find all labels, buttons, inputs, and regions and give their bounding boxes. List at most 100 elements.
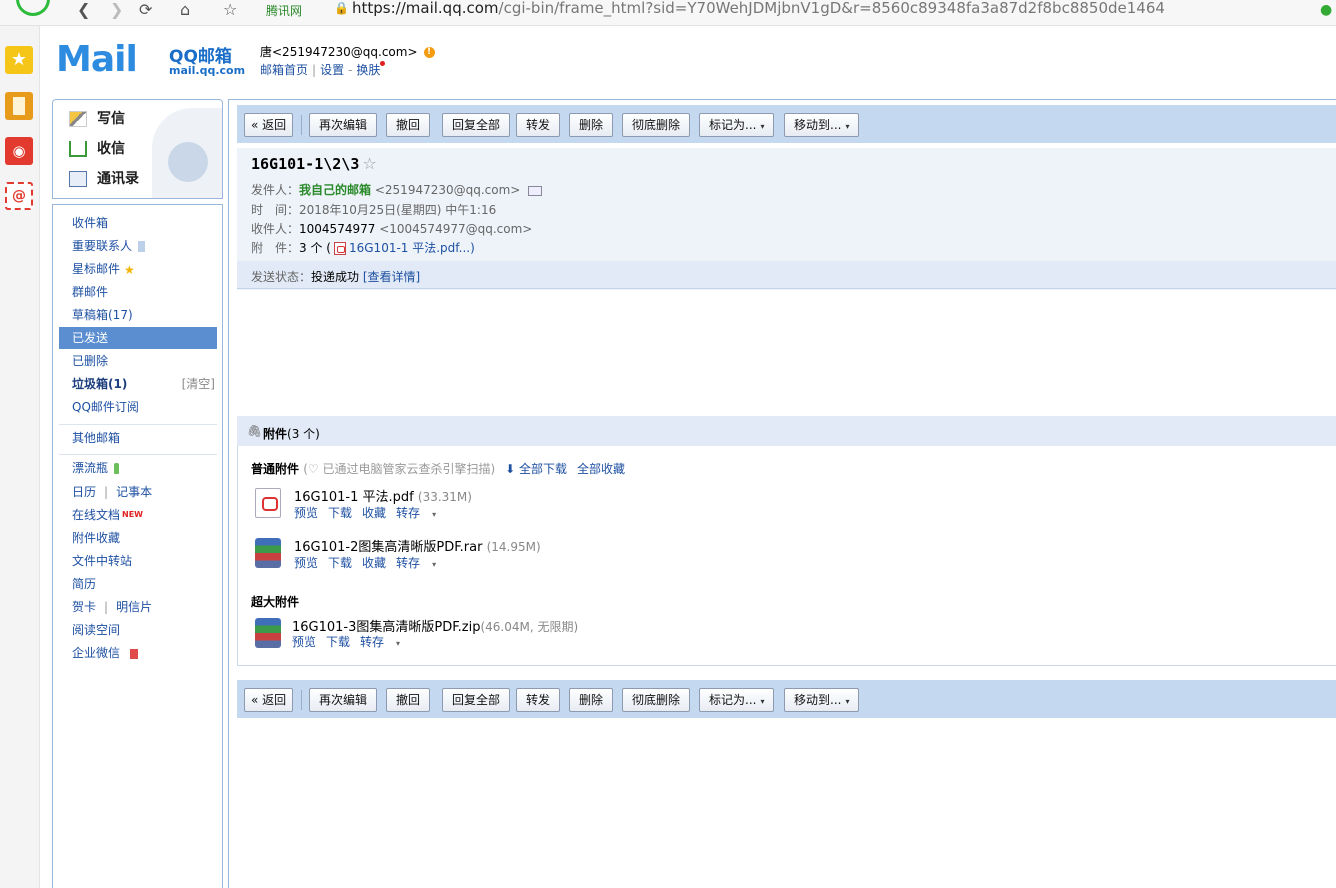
sidebar-item-online-docs[interactable]: 在线文档 NEW <box>59 504 217 526</box>
receive-button[interactable]: 收信 <box>69 138 125 160</box>
edit-again-button[interactable]: 再次编辑 <box>309 113 378 137</box>
status-details-link[interactable]: [查看详情] <box>363 270 420 284</box>
recipient-name[interactable]: 1004574977 <box>299 222 375 236</box>
save-all-link[interactable]: 全部收藏 <box>577 462 625 476</box>
sidebar-item-group-mail[interactable]: 群邮件 <box>59 281 217 303</box>
sidebar-item-label: 已删除 <box>72 354 109 368</box>
home-icon[interactable]: ⌂ <box>180 0 190 20</box>
sidebar-item-drift-bottle[interactable]: 漂流瓶 <box>59 457 217 479</box>
sidebar-item-inbox[interactable]: 收件箱 <box>59 212 217 234</box>
sidebar-item-label: 附件收藏 <box>72 531 121 545</box>
download-link[interactable]: 下载 <box>326 635 350 649</box>
sidebar-item-important-contacts[interactable]: 重要联系人 <box>59 235 217 257</box>
preview-link[interactable]: 预览 <box>294 556 318 570</box>
mailbox-home-link[interactable]: 邮箱首页 <box>260 63 308 77</box>
mark-as-dropdown[interactable]: 标记为... ▾ <box>699 688 775 712</box>
sidebar-item-label: 星标邮件 <box>72 262 121 276</box>
time-value: 2018年10月25日(星期四) 中午1:16 <box>299 203 497 217</box>
sidebar-item-other-mailboxes[interactable]: 其他邮箱 <box>59 427 217 449</box>
large-attachments-group: 超大附件 <box>251 593 299 610</box>
move-to-dropdown[interactable]: 移动到... ▾ <box>784 113 860 137</box>
recall-button[interactable]: 撤回 <box>386 113 431 137</box>
empty-spam-link[interactable]: [清空] <box>182 373 215 395</box>
sidebar-item-label: 简历 <box>72 577 97 591</box>
favorites-star-icon[interactable]: ★ <box>5 46 33 74</box>
sidebar-item-starred[interactable]: 星标邮件 ★ <box>59 258 217 280</box>
browser-logo-icon[interactable] <box>16 0 50 16</box>
user-address: 唐<251947230@qq.com> <box>260 45 418 59</box>
move-to-dropdown[interactable]: 移动到... ▾ <box>784 688 860 712</box>
sidebar-item-file-transfer[interactable]: 文件中转站 <box>59 550 217 572</box>
mail-at-icon[interactable]: @ <box>5 182 33 210</box>
attachment-actions: 预览 下载 转存 ▾ <box>292 633 420 650</box>
sidebar-item-greeting-card[interactable]: 贺卡 | 明信片 <box>59 596 217 618</box>
notes-link[interactable]: 记事本 <box>116 485 152 499</box>
attachment-file-name[interactable]: 16G101-1 平法.pdf (33.31M) <box>294 486 472 505</box>
sidebar-item-spam[interactable]: 垃圾箱(1) [清空] <box>59 373 217 395</box>
sidebar-item-drafts[interactable]: 草稿箱(17) <box>59 304 217 326</box>
delete-button[interactable]: 删除 <box>569 113 614 137</box>
chevron-down-icon: ▾ <box>396 639 401 648</box>
reading-list-icon[interactable] <box>5 92 33 120</box>
back-arrow-icon[interactable]: ❮ <box>77 0 90 20</box>
sender-name[interactable]: 我自己的邮箱 <box>299 183 371 197</box>
attachment-link[interactable]: 16G101-1 平法.pdf...) <box>349 241 475 255</box>
permanent-delete-button[interactable]: 彻底删除 <box>622 688 691 712</box>
back-button[interactable]: « 返回 <box>244 113 294 137</box>
attachment-paren: ( <box>326 241 331 255</box>
address-bar[interactable]: https://mail.qq.com/cgi-bin/frame_html?s… <box>352 0 1165 17</box>
file-size: (33.31M) <box>417 490 472 504</box>
permanent-delete-button[interactable]: 彻底删除 <box>622 113 691 137</box>
user-account: 唐<251947230@qq.com>! <box>260 43 435 60</box>
sidebar-item-attachment-favorites[interactable]: 附件收藏 <box>59 527 217 549</box>
sidebar-item-label: 漂流瓶 <box>72 461 109 475</box>
forward-button[interactable]: 转发 <box>516 113 561 137</box>
recall-button[interactable]: 撤回 <box>386 688 431 712</box>
forward-button[interactable]: 转发 <box>516 688 561 712</box>
send-status-bar: 发送状态：投递成功 [查看详情] <box>237 261 1336 289</box>
delete-button[interactable]: 删除 <box>569 688 614 712</box>
browser-toolbar: ❮ ❯ ⟳ ⌂ ☆ 腾讯网 🔒 https://mail.qq.com/cgi-… <box>0 0 1336 26</box>
settings-link[interactable]: 设置 <box>320 63 344 77</box>
sidebar-item-deleted[interactable]: 已删除 <box>59 350 217 372</box>
extension-icon[interactable]: ● <box>1320 0 1332 20</box>
change-skin-link[interactable]: 换肤 <box>356 63 380 77</box>
postcard-link[interactable]: 明信片 <box>116 600 152 614</box>
forward-arrow-icon[interactable]: ❯ <box>110 0 123 20</box>
warning-icon[interactable]: ! <box>423 47 435 58</box>
favorite-link[interactable]: 收藏 <box>362 556 386 570</box>
back-button[interactable]: « 返回 <box>244 688 294 712</box>
favorite-link[interactable]: 收藏 <box>362 506 386 520</box>
compose-button[interactable]: 写信 <box>69 108 125 130</box>
save-to-dropdown[interactable]: 转存 ▾ <box>360 635 410 649</box>
sidebar-item-wecom[interactable]: 企业微信 <box>59 642 217 664</box>
download-all-link[interactable]: ⬇ 全部下载 <box>505 462 567 476</box>
sidebar-item-label: 垃圾箱(1) <box>72 377 128 391</box>
contacts-button[interactable]: 通讯录 <box>69 168 139 190</box>
edit-again-button[interactable]: 再次编辑 <box>309 688 378 712</box>
contact-card-icon[interactable] <box>528 185 543 196</box>
save-to-dropdown[interactable]: 转存 ▾ <box>396 556 446 570</box>
weibo-icon[interactable]: ◉ <box>5 137 33 165</box>
sidebar-item-calendar[interactable]: 日历 | 记事本 <box>59 481 217 503</box>
reply-all-button[interactable]: 回复全部 <box>442 688 511 712</box>
sidebar-item-subscriptions[interactable]: QQ邮件订阅 <box>59 396 217 418</box>
star-toggle-icon[interactable]: ☆ <box>362 154 376 173</box>
refresh-icon[interactable]: ⟳ <box>139 0 152 20</box>
mark-as-dropdown[interactable]: 标记为... ▾ <box>699 113 775 137</box>
bookmark-star-icon[interactable]: ☆ <box>223 0 237 20</box>
save-to-dropdown[interactable]: 转存 ▾ <box>396 506 446 520</box>
save-to-label: 转存 <box>396 556 421 570</box>
qq-mail-logo[interactable]: Mail QQ邮箱 mail.qq.com <box>56 40 245 80</box>
preview-link[interactable]: 预览 <box>292 635 316 649</box>
preview-link[interactable]: 预览 <box>294 506 318 520</box>
sidebar-item-sent[interactable]: 已发送 <box>59 327 217 349</box>
sidebar-item-reading-space[interactable]: 阅读空间 <box>59 619 217 641</box>
bookmark-icon <box>138 241 146 252</box>
reply-all-button[interactable]: 回复全部 <box>442 113 511 137</box>
download-link[interactable]: 下载 <box>328 556 352 570</box>
sidebar-item-resume[interactable]: 简历 <box>59 573 217 595</box>
attachment-count: 3 个 <box>299 241 323 255</box>
attachment-file-name[interactable]: 16G101-2图集高清晰版PDF.rar (14.95M) <box>294 536 541 555</box>
download-link[interactable]: 下载 <box>328 506 352 520</box>
